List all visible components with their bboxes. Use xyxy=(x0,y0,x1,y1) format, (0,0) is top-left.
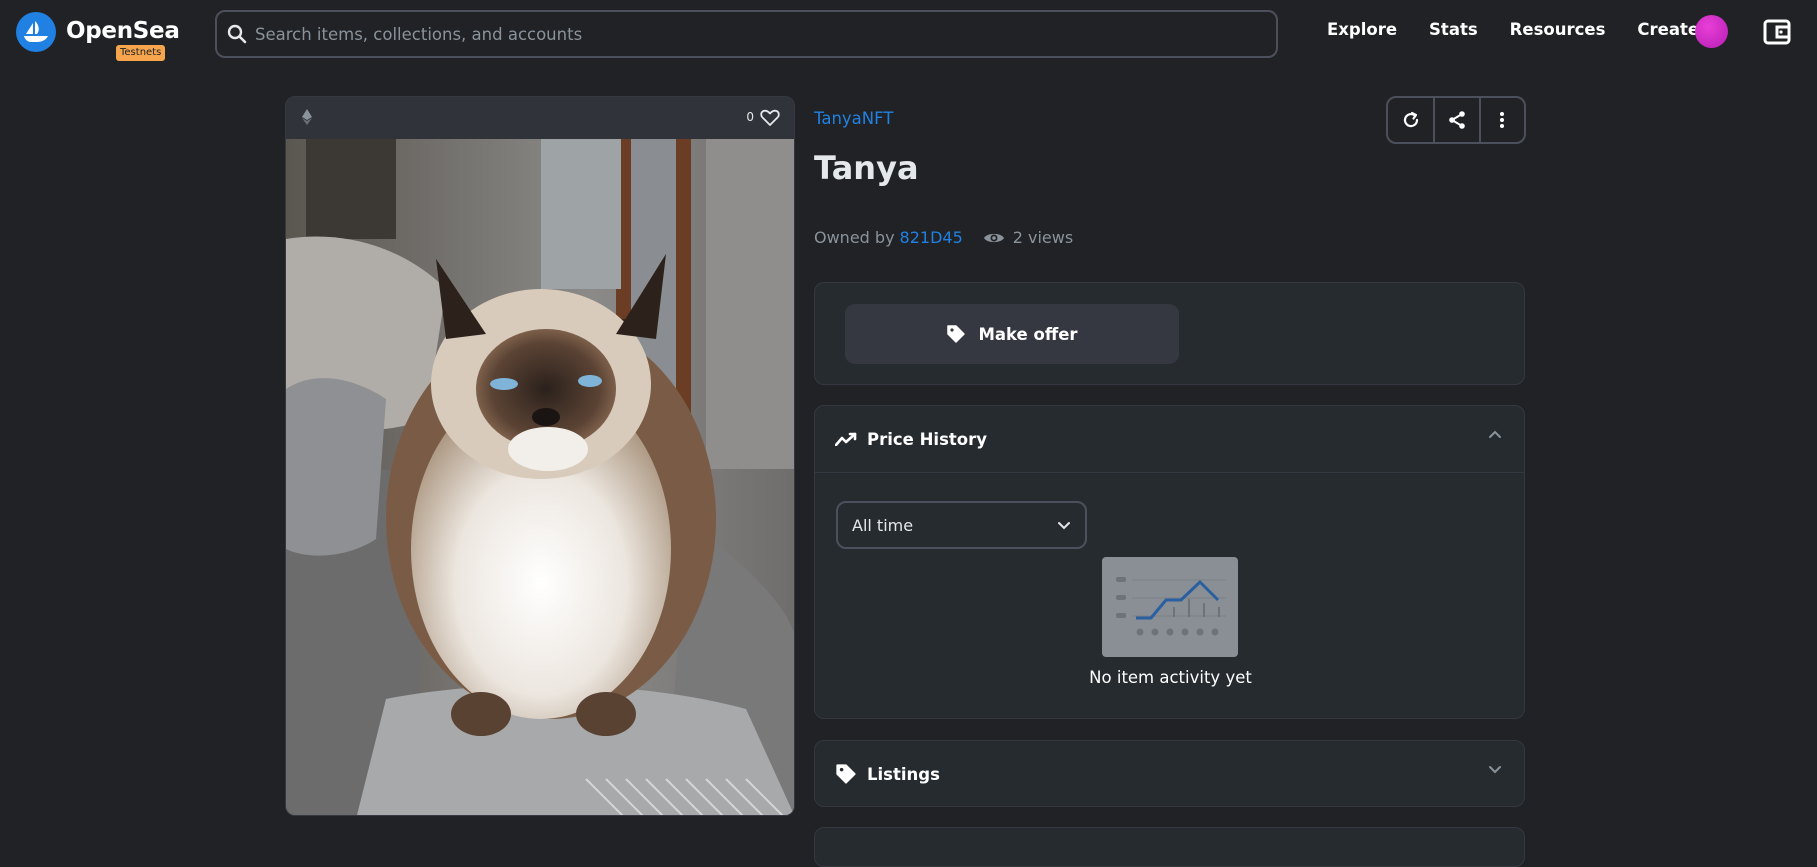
owner-link[interactable]: 821D45 xyxy=(900,228,963,247)
profile-avatar[interactable] xyxy=(1695,15,1728,48)
make-offer-button[interactable]: Make offer xyxy=(845,304,1179,364)
item-image-card: 0 xyxy=(285,96,795,816)
tag-icon xyxy=(836,764,856,784)
brand-name[interactable]: OpenSea xyxy=(66,18,180,44)
views-count: 2 views xyxy=(983,228,1073,247)
top-navbar: OpenSea Testnets Explore Stats Resources… xyxy=(0,0,1817,66)
image-card-header: 0 xyxy=(286,97,794,139)
chevron-up-icon xyxy=(1489,430,1501,438)
eye-icon xyxy=(983,233,1004,242)
search-bar[interactable] xyxy=(215,10,1278,58)
favorites-count: 0 xyxy=(746,110,754,124)
refresh-button[interactable] xyxy=(1388,98,1433,142)
item-title: Tanya xyxy=(814,149,919,187)
share-button[interactable] xyxy=(1433,98,1478,142)
chevron-down-icon xyxy=(1058,522,1070,530)
testnets-badge: Testnets xyxy=(116,45,166,61)
price-history-panel: Price History All time No item activity … xyxy=(814,405,1525,719)
listings-title: Listings xyxy=(867,764,940,784)
more-vertical-icon xyxy=(1500,112,1505,128)
search-icon xyxy=(227,24,247,44)
ownership-row: Owned by 821D45 2 views xyxy=(814,228,1073,247)
listings-panel: Listings xyxy=(814,740,1525,807)
heart-icon[interactable] xyxy=(760,109,780,127)
time-period-value: All time xyxy=(852,515,914,535)
time-period-select[interactable]: All time xyxy=(836,501,1087,549)
line-chart-icon xyxy=(1116,577,1226,636)
views-label: 2 views xyxy=(1012,228,1074,247)
ethereum-icon xyxy=(302,109,312,125)
cat-photo xyxy=(286,139,794,815)
price-history-header[interactable]: Price History xyxy=(815,406,1524,472)
nav-create[interactable]: Create xyxy=(1637,20,1699,39)
price-history-body: All time No item activity yet xyxy=(815,472,1524,719)
price-history-title: Price History xyxy=(867,429,988,449)
share-icon xyxy=(1449,111,1465,129)
wallet-icon[interactable] xyxy=(1763,19,1791,45)
nav-resources[interactable]: Resources xyxy=(1510,20,1606,39)
item-actions xyxy=(1386,96,1526,144)
empty-chart-illustration xyxy=(1102,557,1238,657)
nav-explore[interactable]: Explore xyxy=(1327,20,1397,39)
search-input[interactable] xyxy=(255,24,1255,44)
no-activity-message: No item activity yet xyxy=(1089,668,1252,687)
item-image[interactable] xyxy=(286,139,794,815)
trending-up-icon xyxy=(835,432,857,446)
offer-panel: Make offer xyxy=(814,282,1525,385)
listings-header[interactable]: Listings xyxy=(815,741,1524,807)
collection-link[interactable]: TanyaNFT xyxy=(814,109,893,128)
make-offer-label: Make offer xyxy=(978,324,1078,344)
chevron-down-icon xyxy=(1489,766,1501,774)
owned-by-label: Owned by xyxy=(814,228,895,247)
offers-panel-partial xyxy=(814,827,1525,867)
refresh-icon xyxy=(1403,111,1418,128)
nav-stats[interactable]: Stats xyxy=(1429,20,1478,39)
more-options-button[interactable] xyxy=(1478,98,1524,142)
boat-icon xyxy=(24,21,48,42)
main-nav: Explore Stats Resources Create xyxy=(1327,20,1699,39)
opensea-logo[interactable] xyxy=(16,12,56,52)
tag-icon xyxy=(947,325,966,343)
